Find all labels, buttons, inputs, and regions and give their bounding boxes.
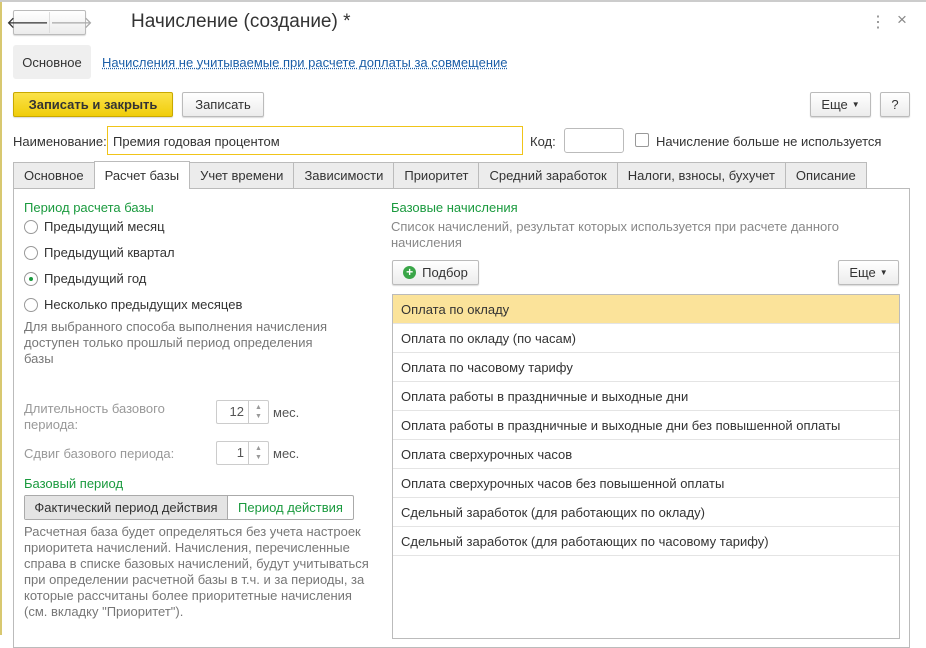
nav-buttons: 🡐 🡒 <box>6 10 93 35</box>
tab-taxes[interactable]: Налоги, взносы, бухучет <box>616 162 786 188</box>
tab-description[interactable]: Описание <box>784 162 867 188</box>
list-item[interactable]: Оплата сверхурочных часов без повышенной… <box>393 469 899 498</box>
name-input[interactable]: Премия годовая процентом <box>107 126 523 155</box>
more-button[interactable]: Еще ▼ <box>810 92 871 117</box>
radio-several-months[interactable]: Несколько предыдущих месяцев <box>24 297 242 312</box>
radio-selected-icon <box>24 271 38 286</box>
save-button[interactable]: Записать <box>182 92 264 117</box>
nav-link-excluded-accruals[interactable]: Начисления не учитываемые при расчете до… <box>102 55 508 70</box>
dropdown-arrow-icon: ▼ <box>879 268 888 277</box>
base-accruals-title: Базовые начисления <box>391 200 518 215</box>
tab-dependencies[interactable]: Зависимости <box>293 162 395 188</box>
radio-prev-year[interactable]: Предыдущий год <box>24 271 146 286</box>
tab-priority[interactable]: Приоритет <box>393 162 480 188</box>
more-actions-icon[interactable]: ⋮ <box>870 12 886 32</box>
list-item[interactable]: Оплата по окладу <box>393 295 899 324</box>
stepper-arrows-icon[interactable]: ▲ ▼ <box>248 442 268 464</box>
tab-base-calculation[interactable]: Расчет базы <box>93 161 191 189</box>
back-button[interactable]: 🡐 <box>6 12 50 33</box>
list-item[interactable]: Оплата сверхурочных часов <box>393 440 899 469</box>
save-close-button[interactable]: Записать и закрыть <box>13 92 173 117</box>
add-icon: + <box>403 266 417 279</box>
tab-bar: Основное Расчет базы Учет времени Зависи… <box>13 161 867 189</box>
base-period-title: Базовый период <box>24 476 124 491</box>
forward-button[interactable]: 🡒 <box>50 12 93 33</box>
tab-main[interactable]: Основное <box>13 162 95 188</box>
stepper-arrows-icon[interactable]: ▲ ▼ <box>248 401 268 423</box>
window-left-border <box>0 0 2 635</box>
help-button[interactable]: ? <box>880 92 910 117</box>
list-item[interactable]: Оплата по часовому тарифу <box>393 353 899 382</box>
duration-unit: мес. <box>273 405 300 420</box>
tab-time-accounting[interactable]: Учет времени <box>189 162 295 188</box>
radio-icon <box>24 297 38 312</box>
list-item[interactable]: Сдельный заработок (для работающих по ча… <box>393 527 899 556</box>
duration-label: Длительность базового периода: <box>24 401 165 432</box>
list-more-button[interactable]: Еще ▼ <box>838 260 899 285</box>
tab-average-earnings[interactable]: Средний заработок <box>478 162 618 188</box>
list-item[interactable]: Сдельный заработок (для работающих по ок… <box>393 498 899 527</box>
list-item[interactable]: Оплата по окладу (по часам) <box>393 324 899 353</box>
close-icon[interactable]: × <box>897 10 907 30</box>
duration-stepper[interactable]: 12 ▲ ▼ <box>216 400 269 424</box>
period-section-title: Период расчета базы <box>24 200 154 215</box>
shift-unit: мес. <box>273 446 300 461</box>
page-title: Начисление (создание) * <box>131 11 351 32</box>
code-input[interactable] <box>564 128 624 153</box>
shift-label: Сдвиг базового периода: <box>24 446 175 461</box>
base-accruals-list[interactable]: Оплата по окладу Оплата по окладу (по ча… <box>392 294 900 639</box>
shift-stepper[interactable]: 1 ▲ ▼ <box>216 441 269 465</box>
base-period-toggle: Фактический период действия Период дейст… <box>24 495 354 520</box>
nav-main[interactable]: Основное <box>13 45 91 79</box>
radio-icon <box>24 245 38 260</box>
period-hint: Для выбранного способа выполнения начисл… <box>24 319 327 366</box>
radio-prev-quarter[interactable]: Предыдущий квартал <box>24 245 175 260</box>
code-label: Код: <box>530 134 556 149</box>
toggle-period[interactable]: Период действия <box>228 496 353 519</box>
window-top-border <box>0 0 926 2</box>
radio-prev-month[interactable]: Предыдущий месяц <box>24 219 165 234</box>
base-accruals-desc: Список начислений, результат которых исп… <box>391 219 839 250</box>
unused-label: Начисление больше не используется <box>656 134 882 149</box>
name-label: Наименование: <box>13 134 107 149</box>
radio-icon <box>24 219 38 234</box>
list-item[interactable]: Оплата работы в праздничные и выходные д… <box>393 382 899 411</box>
toggle-actual-period[interactable]: Фактический период действия <box>25 496 228 519</box>
list-item[interactable]: Оплата работы в праздничные и выходные д… <box>393 411 899 440</box>
base-period-note: Расчетная база будет определяться без уч… <box>24 524 369 619</box>
unused-checkbox[interactable] <box>635 133 649 147</box>
pick-button[interactable]: + Подбор <box>392 260 479 285</box>
dropdown-arrow-icon: ▼ <box>851 100 860 109</box>
